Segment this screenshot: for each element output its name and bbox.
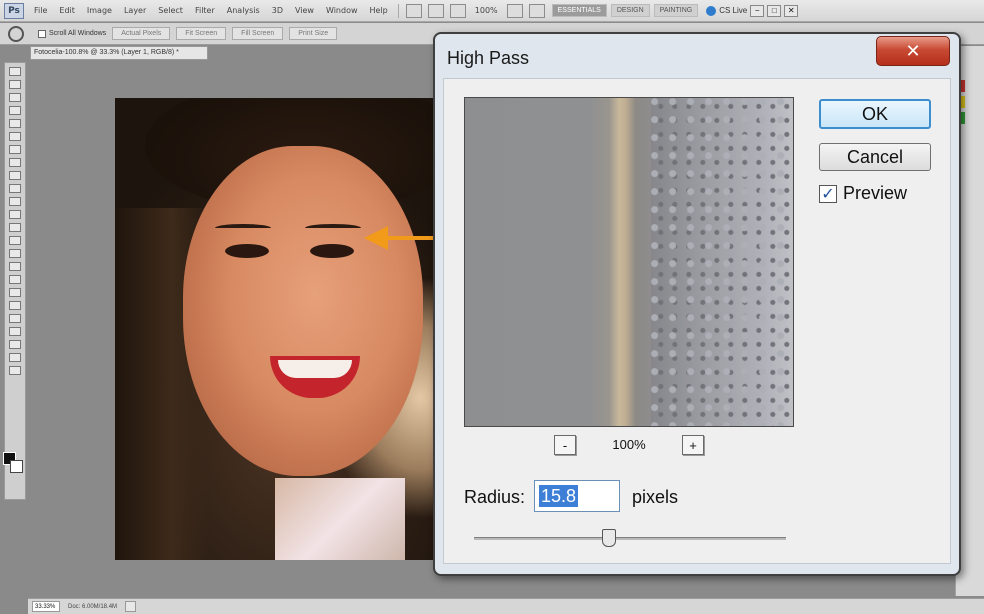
toolbox	[4, 62, 26, 500]
fit-screen-button[interactable]: Fit Screen	[176, 27, 227, 40]
lasso-tool-icon[interactable]	[9, 93, 21, 102]
face	[183, 146, 423, 476]
menu-image[interactable]: Image	[81, 6, 118, 15]
right-eyebrow	[305, 224, 361, 232]
menu-window[interactable]: Window	[320, 6, 364, 15]
workspace-design[interactable]: DESIGN	[610, 4, 650, 17]
hand-tool-icon[interactable]	[8, 25, 24, 42]
menu-help[interactable]: Help	[364, 6, 394, 15]
type-tool-icon[interactable]	[9, 262, 21, 271]
clone-stamp-tool-icon[interactable]	[9, 171, 21, 180]
screen-mode-icon[interactable]	[528, 3, 545, 18]
document-info[interactable]: Doc: 6.00M/18.4M	[68, 604, 117, 610]
status-bar: 33.33% Doc: 6.00M/18.4M	[28, 598, 984, 614]
quick-select-tool-icon[interactable]	[9, 106, 21, 115]
hand-tool-icon[interactable]	[9, 327, 21, 336]
cs-live-button[interactable]: CS Live	[706, 5, 748, 16]
shape-tool-icon[interactable]	[9, 288, 21, 297]
menu-filter[interactable]: Filter	[189, 6, 221, 15]
cs-live-label: CS Live	[719, 6, 748, 15]
view-extras-icon[interactable]	[449, 3, 466, 18]
zoom-level-menu[interactable]: 100%	[469, 6, 504, 15]
healing-brush-tool-icon[interactable]	[9, 145, 21, 154]
dialog-body: - 100% + OK Cancel ✓ Preview Radius: 15.…	[443, 78, 951, 564]
fill-screen-button[interactable]: Fill Screen	[232, 27, 284, 40]
teeth	[278, 360, 352, 378]
mini-bridge-icon[interactable]	[427, 3, 444, 18]
gradient-tool-icon[interactable]	[9, 210, 21, 219]
preview-checkbox[interactable]: ✓ Preview	[819, 183, 907, 204]
screen-mode-tool-icon[interactable]	[9, 366, 21, 375]
history-brush-tool-icon[interactable]	[9, 184, 21, 193]
right-eye	[310, 244, 354, 258]
app-close-button[interactable]: ✕	[784, 4, 799, 17]
pixels-label: pixels	[632, 487, 679, 507]
preview-checkbox-box[interactable]: ✓	[819, 184, 837, 203]
menu-file[interactable]: File	[28, 6, 53, 15]
move-tool-icon[interactable]	[9, 67, 21, 76]
scroll-all-windows-label: Scroll All Windows	[49, 30, 107, 37]
color-swatches[interactable]	[3, 452, 25, 476]
zoom-out-button[interactable]: -	[554, 435, 576, 455]
checkbox-box	[38, 29, 46, 38]
left-eyebrow	[215, 224, 271, 232]
3d-rotate-tool-icon[interactable]	[9, 301, 21, 310]
annotation-arrow-head	[364, 226, 388, 250]
dialog-title: High Pass	[447, 48, 530, 68]
3d-camera-tool-icon[interactable]	[9, 314, 21, 323]
photoshop-logo: Ps	[4, 2, 24, 19]
menu-view[interactable]: View	[289, 6, 320, 15]
blur-tool-icon[interactable]	[9, 223, 21, 232]
menu-bar: Ps File Edit Image Layer Select Filter A…	[0, 0, 984, 22]
workspace-essentials[interactable]: ESSENTIALS	[551, 4, 607, 17]
shirt	[275, 478, 405, 560]
path-selection-tool-icon[interactable]	[9, 275, 21, 284]
workspace-painting[interactable]: PAINTING	[653, 4, 699, 17]
preview-checkbox-label: Preview	[843, 183, 908, 203]
zoom-tool-icon[interactable]	[9, 340, 21, 349]
preview-zoom-value: 100%	[612, 437, 646, 452]
radius-label: Radius:	[464, 487, 526, 507]
menu-analysis[interactable]: Analysis	[221, 6, 266, 15]
dialog-close-button[interactable]: ✕	[876, 36, 950, 66]
radius-value: 15.8	[539, 485, 579, 507]
document-tab[interactable]: Fotocelia-100.8% @ 33.3% (Layer 1, RGB/8…	[30, 46, 208, 60]
actual-pixels-button[interactable]: Actual Pixels	[112, 27, 171, 40]
cs-live-icon	[706, 5, 717, 16]
menu-layer[interactable]: Layer	[118, 6, 152, 15]
eraser-tool-icon[interactable]	[9, 197, 21, 206]
zoom-in-button[interactable]: +	[682, 435, 704, 455]
arrange-documents-icon[interactable]	[506, 3, 523, 18]
minimize-button[interactable]: −	[750, 4, 765, 17]
menu-divider	[397, 3, 399, 18]
brush-tool-icon[interactable]	[9, 158, 21, 167]
background-color[interactable]	[10, 460, 23, 473]
cancel-button[interactable]: Cancel	[819, 143, 931, 171]
quick-mask-icon[interactable]	[9, 353, 21, 362]
marquee-tool-icon[interactable]	[9, 80, 21, 89]
menu-edit[interactable]: Edit	[53, 6, 81, 15]
menu-3d[interactable]: 3D	[266, 6, 289, 15]
ok-button[interactable]: OK	[819, 99, 931, 129]
left-eye	[225, 244, 269, 258]
dodge-tool-icon[interactable]	[9, 236, 21, 245]
zoom-field[interactable]: 33.33%	[32, 601, 60, 612]
radius-slider-thumb[interactable]	[602, 529, 616, 547]
bridge-icon[interactable]	[405, 3, 422, 18]
print-size-button[interactable]: Print Size	[289, 27, 338, 40]
maximize-button[interactable]: □	[767, 4, 782, 17]
scroll-left-button[interactable]	[125, 601, 137, 612]
radius-slider[interactable]	[474, 537, 786, 540]
eyedropper-tool-icon[interactable]	[9, 132, 21, 141]
filter-preview[interactable]	[464, 97, 794, 427]
pen-tool-icon[interactable]	[9, 249, 21, 258]
menu-select[interactable]: Select	[152, 6, 189, 15]
crop-tool-icon[interactable]	[9, 119, 21, 128]
scroll-all-windows-checkbox[interactable]: Scroll All Windows	[38, 29, 107, 38]
radius-input[interactable]: 15.8	[534, 480, 620, 512]
document-photo[interactable]	[115, 98, 445, 560]
preview-texture	[651, 98, 793, 426]
high-pass-dialog: High Pass ✕ - 100% + OK Cancel ✓ Preview…	[433, 32, 961, 576]
